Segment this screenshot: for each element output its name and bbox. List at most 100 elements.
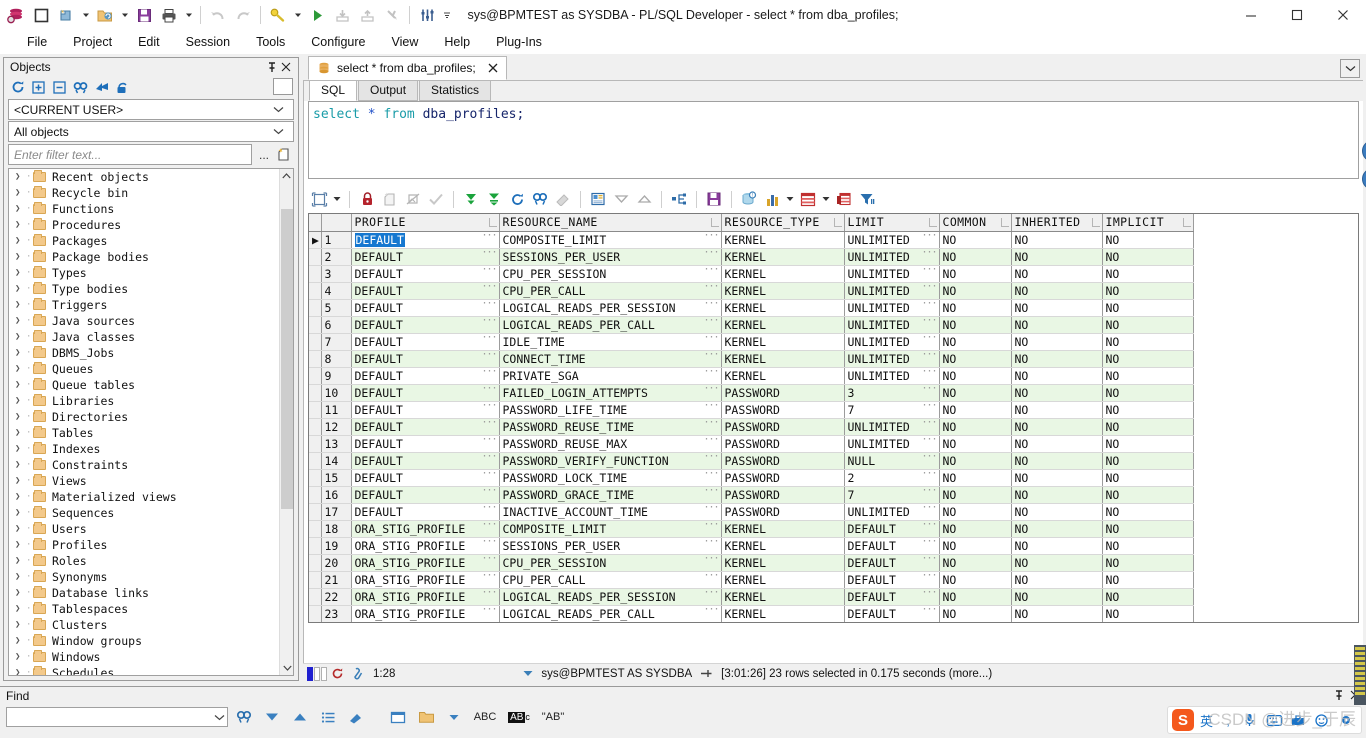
tree-item[interactable]: ❯ ·· Recycle bin xyxy=(9,185,279,201)
menu-configure[interactable]: Configure xyxy=(298,32,378,52)
tree-item[interactable]: ❯ ·· Profiles xyxy=(9,537,279,553)
tree-item[interactable]: ❯ ·· Users xyxy=(9,521,279,537)
table-cell-common[interactable]: NO xyxy=(939,231,1012,249)
chevron-right-icon[interactable]: ❯ xyxy=(15,476,26,486)
new-file-dropdown[interactable] xyxy=(79,2,92,28)
row-number[interactable]: 7 xyxy=(321,333,352,351)
table-cell-common[interactable]: NO xyxy=(939,520,1012,538)
table-cell-implicit[interactable]: NO xyxy=(1102,384,1194,402)
tree-item[interactable]: ❯ ·· Functions xyxy=(9,201,279,217)
status-refresh-icon[interactable] xyxy=(327,665,348,683)
tree-item[interactable]: ❯ ·· Clusters xyxy=(9,617,279,633)
table-row[interactable]: 3DEFAULTCPU_PER_SESSIONKERNELUNLIMITEDNO… xyxy=(309,265,1194,283)
chevron-right-icon[interactable]: ❯ xyxy=(15,620,26,630)
table-cell-implicit[interactable]: NO xyxy=(1102,350,1194,368)
settings-icon[interactable] xyxy=(1339,713,1357,727)
table-cell-common[interactable]: NO xyxy=(939,503,1012,521)
table-cell-inherited[interactable]: NO xyxy=(1011,554,1103,572)
chevron-right-icon[interactable]: ❯ xyxy=(15,540,26,550)
table-cell-common[interactable]: NO xyxy=(939,554,1012,572)
table-row[interactable]: 6DEFAULTLOGICAL_READS_PER_CALLKERNELUNLI… xyxy=(309,316,1194,334)
table-cell-resource-name[interactable]: LOGICAL_READS_PER_CALL xyxy=(499,316,722,334)
comma-icon[interactable]: , xyxy=(1219,713,1237,728)
table-cell-resource-type[interactable]: PASSWORD xyxy=(721,452,845,470)
table-cell-resource-name[interactable]: INACTIVE_ACCOUNT_TIME xyxy=(499,503,722,521)
table-cell-resource-name[interactable]: PASSWORD_LOCK_TIME xyxy=(499,469,722,487)
menu-project[interactable]: Project xyxy=(60,32,125,52)
row-number[interactable]: 20 xyxy=(321,554,352,572)
ime-language-indicator[interactable]: 英 xyxy=(1200,711,1213,730)
table-cell-implicit[interactable]: NO xyxy=(1102,282,1194,300)
table-cell-profile[interactable]: DEFAULT xyxy=(351,316,500,334)
table-cell-resource-type[interactable]: KERNEL xyxy=(721,554,845,572)
table-cell-inherited[interactable]: NO xyxy=(1011,418,1103,436)
tree-item[interactable]: ❯ ·· Package bodies xyxy=(9,249,279,265)
table-cell-limit[interactable]: DEFAULT xyxy=(844,554,940,572)
table-cell-resource-name[interactable]: PASSWORD_VERIFY_FUNCTION xyxy=(499,452,722,470)
tree-item[interactable]: ❯ ·· Database links xyxy=(9,585,279,601)
table-cell-resource-type[interactable]: PASSWORD xyxy=(721,435,845,453)
row-number[interactable]: 23 xyxy=(321,605,352,622)
chevron-right-icon[interactable]: ❯ xyxy=(15,572,26,582)
sql-editor[interactable]: select * from dba_profiles; xyxy=(308,101,1366,190)
grid-view-dropdown[interactable] xyxy=(331,188,343,210)
column-resize-grip[interactable] xyxy=(488,218,497,227)
table-cell-resource-type[interactable]: KERNEL xyxy=(721,605,845,622)
chevron-right-icon[interactable]: ❯ xyxy=(15,380,26,390)
chevron-right-icon[interactable]: ❯ xyxy=(15,268,26,278)
row-number[interactable]: 5 xyxy=(321,299,352,317)
table-cell-limit[interactable]: UNLIMITED xyxy=(844,503,940,521)
chevron-right-icon[interactable]: ❯ xyxy=(15,636,26,646)
open-file-dropdown[interactable] xyxy=(118,2,131,28)
table-cell-resource-type[interactable]: KERNEL xyxy=(721,299,845,317)
table-cell-inherited[interactable]: NO xyxy=(1011,316,1103,334)
execute-icon[interactable] xyxy=(305,2,329,28)
table-cell-implicit[interactable]: NO xyxy=(1102,452,1194,470)
chart-icon[interactable] xyxy=(761,188,783,210)
row-number[interactable]: 2 xyxy=(321,248,352,266)
chevron-right-icon[interactable]: ❯ xyxy=(15,588,26,598)
tree-item[interactable]: ❯ ·· Procedures xyxy=(9,217,279,233)
save-icon[interactable] xyxy=(132,2,156,28)
table-cell-profile[interactable]: ORA_STIG_PROFILE xyxy=(351,605,500,622)
row-number[interactable]: 14 xyxy=(321,452,352,470)
menu-view[interactable]: View xyxy=(378,32,431,52)
chevron-right-icon[interactable]: ❯ xyxy=(15,668,26,675)
open-file-icon[interactable] xyxy=(93,2,117,28)
chevron-right-icon[interactable]: ❯ xyxy=(15,188,26,198)
tree-item[interactable]: ❯ ·· Java classes xyxy=(9,329,279,345)
table-cell-inherited[interactable]: NO xyxy=(1011,435,1103,453)
table-row[interactable]: 11DEFAULTPASSWORD_LIFE_TIMEPASSWORD7NONO… xyxy=(309,401,1194,419)
results-grid[interactable]: PROFILE RESOURCE_NAME RESOURCE_TYPE LIMI… xyxy=(308,213,1359,623)
table-cell-limit[interactable]: NULL xyxy=(844,452,940,470)
table-cell-limit[interactable]: UNLIMITED xyxy=(844,231,940,249)
tree-item[interactable]: ❯ ·· Types xyxy=(9,265,279,281)
table-cell-profile[interactable]: DEFAULT xyxy=(351,282,500,300)
table-cell-limit[interactable]: DEFAULT xyxy=(844,605,940,622)
column-resize-grip[interactable] xyxy=(833,218,842,227)
table-cell-profile[interactable]: ORA_STIG_PROFILE xyxy=(351,554,500,572)
table-cell-limit[interactable]: DEFAULT xyxy=(844,588,940,606)
table-cell-common[interactable]: NO xyxy=(939,452,1012,470)
row-number[interactable]: 13 xyxy=(321,435,352,453)
copy-to-clipboard-icon[interactable]: ! xyxy=(738,188,760,210)
tree-item[interactable]: ❯ ·· Tables xyxy=(9,425,279,441)
menu-edit[interactable]: Edit xyxy=(125,32,173,52)
table-row[interactable]: 22ORA_STIG_PROFILELOGICAL_READS_PER_SESS… xyxy=(309,588,1194,606)
chevron-right-icon[interactable]: ❯ xyxy=(15,508,26,518)
tab-output[interactable]: Output xyxy=(358,80,419,101)
row-number[interactable]: 19 xyxy=(321,537,352,555)
table-cell-resource-type[interactable]: KERNEL xyxy=(721,248,845,266)
table-row[interactable]: 14DEFAULTPASSWORD_VERIFY_FUNCTIONPASSWOR… xyxy=(309,452,1194,470)
column-header-resource-name[interactable]: RESOURCE_NAME xyxy=(499,214,722,232)
table-cell-resource-type[interactable]: KERNEL xyxy=(721,265,845,283)
table-cell-implicit[interactable]: NO xyxy=(1102,588,1194,606)
table-cell-resource-type[interactable]: KERNEL xyxy=(721,333,845,351)
table-cell-implicit[interactable]: NO xyxy=(1102,554,1194,572)
row-number[interactable]: 9 xyxy=(321,367,352,385)
table-row[interactable]: ▶1DEFAULTCOMPOSITE_LIMITKERNELUNLIMITEDN… xyxy=(309,231,1194,249)
chevron-right-icon[interactable]: ❯ xyxy=(15,604,26,614)
column-resize-grip[interactable] xyxy=(928,218,937,227)
table-cell-limit[interactable]: UNLIMITED xyxy=(844,248,940,266)
table-cell-implicit[interactable]: NO xyxy=(1102,367,1194,385)
